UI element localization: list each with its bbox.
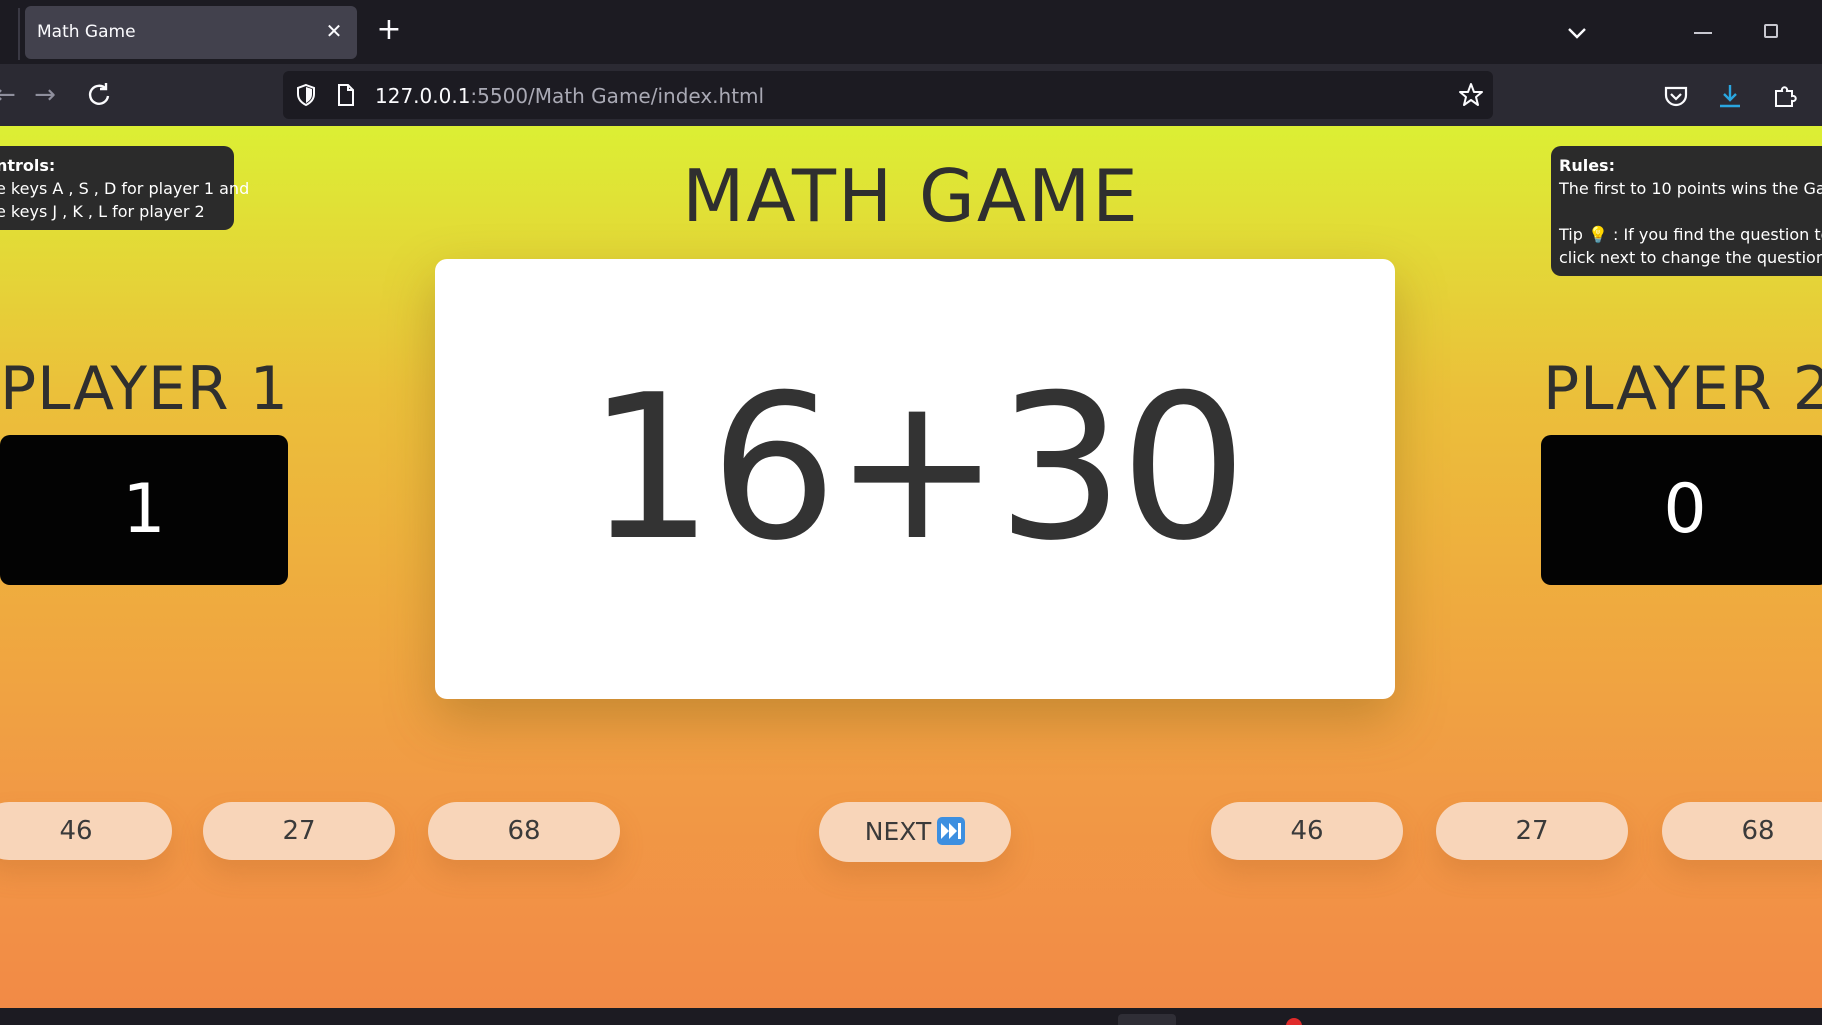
record-indicator: [1286, 1018, 1302, 1025]
restore-icon[interactable]: [1764, 24, 1778, 38]
tab-title: Math Game: [37, 22, 136, 42]
question-text: 16+30: [586, 352, 1248, 585]
taskbar: [0, 1008, 1822, 1025]
rules-heading: Rules:: [1559, 156, 1615, 175]
question-card: 16+30: [435, 259, 1395, 699]
taskbar-item[interactable]: [1118, 1014, 1176, 1025]
rules-line-1: The first to 10 points wins the Game: [1559, 179, 1822, 198]
close-icon[interactable]: ✕: [321, 18, 347, 44]
reload-icon[interactable]: [84, 80, 114, 110]
player1-answer-1[interactable]: 46: [0, 802, 172, 860]
tab-bar: Math Game ✕ +: [0, 0, 1822, 64]
rules-box: Rules: The first to 10 points wins the G…: [1551, 146, 1822, 276]
fast-forward-icon: [937, 817, 966, 845]
player1-answer-3[interactable]: 68: [428, 802, 620, 860]
player2-answer-1[interactable]: 46: [1211, 802, 1403, 860]
pocket-icon[interactable]: [1662, 82, 1690, 110]
game-page: ntrols: e keys A , S , D for player 1 an…: [0, 126, 1822, 1008]
page-icon[interactable]: [335, 82, 357, 108]
player1-score: 1: [0, 435, 288, 585]
download-icon[interactable]: [1716, 82, 1744, 110]
arrow-right-icon[interactable]: →: [30, 80, 60, 110]
plus-icon[interactable]: +: [373, 14, 405, 46]
rules-line-2: Tip 💡 : If you find the question too h: [1559, 225, 1822, 244]
player2-label: PLAYER 2: [1543, 354, 1822, 424]
player2-answer-2[interactable]: 27: [1436, 802, 1628, 860]
tab-math-game[interactable]: Math Game ✕: [25, 6, 357, 59]
url-host: 127.0.0.1: [375, 84, 471, 108]
rules-line-3: click next to change the question: [1559, 248, 1822, 267]
page-title: MATH GAME: [682, 154, 1140, 238]
puzzle-icon[interactable]: [1771, 82, 1799, 110]
next-button[interactable]: NEXT: [819, 802, 1011, 862]
star-icon[interactable]: [1457, 81, 1485, 109]
url-bar[interactable]: 127.0.0.1:5500/Math Game/index.html: [283, 71, 1493, 119]
shield-icon[interactable]: [293, 82, 319, 108]
next-label: NEXT: [864, 817, 932, 846]
chevron-down-icon[interactable]: [1560, 16, 1594, 50]
url-path: :5500/Math Game/index.html: [470, 84, 765, 108]
player1-answer-2[interactable]: 27: [203, 802, 395, 860]
player1-label: PLAYER 1: [0, 354, 289, 424]
tab-separator: [18, 8, 20, 60]
player2-answer-3[interactable]: 68: [1662, 802, 1822, 860]
rules-spacer: [1559, 200, 1822, 223]
nav-toolbar: ← → 127.0.0.1:5500/Math Game/index.html: [0, 64, 1822, 126]
arrow-left-icon[interactable]: ←: [0, 80, 24, 110]
player2-score: 0: [1541, 435, 1822, 585]
url-text: 127.0.0.1:5500/Math Game/index.html: [375, 84, 764, 108]
minimize-icon[interactable]: [1694, 32, 1712, 34]
